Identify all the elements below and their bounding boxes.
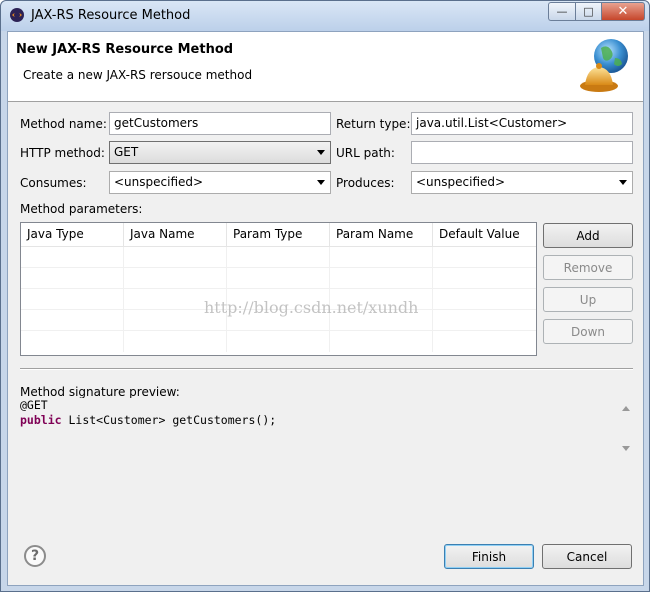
url-path-field[interactable] [411, 141, 633, 164]
method-name-field[interactable]: getCustomers [109, 112, 331, 135]
eclipse-icon [10, 8, 24, 22]
wizard-title: New JAX-RS Resource Method [16, 42, 234, 57]
preview-signature: List<Customer> getCustomers(); [61, 413, 277, 427]
return-type-label: Return type: [336, 117, 411, 131]
maximize-icon[interactable]: □ [575, 2, 601, 21]
method-name-label: Method name: [20, 117, 107, 131]
up-button[interactable]: Up [543, 287, 633, 312]
preview-line-2: public List<Customer> getCustomers(); [20, 413, 633, 428]
down-button[interactable]: Down [543, 319, 633, 344]
globe-bell-icon [580, 39, 628, 92]
consumes-value: <unspecified> [114, 175, 204, 189]
chevron-down-icon [317, 150, 325, 155]
url-path-label: URL path: [336, 146, 395, 160]
column-param-type[interactable]: Param Type [227, 223, 330, 246]
table-header: Java Type Java Name Param Type Param Nam… [21, 223, 536, 247]
dialog-window: JAX-RS Resource Method — □ ✕ New JAX-RS … [0, 0, 650, 592]
scroll-down-icon[interactable] [622, 446, 630, 451]
return-type-field[interactable]: java.util.List<Customer> [411, 112, 633, 135]
produces-label: Produces: [336, 176, 395, 190]
separator [20, 368, 633, 370]
wizard-description: Create a new JAX-RS rersouce method [23, 68, 253, 82]
http-method-select[interactable]: GET [109, 141, 331, 164]
http-method-value: GET [114, 145, 139, 159]
finish-button[interactable]: Finish [444, 544, 534, 569]
scroll-up-icon[interactable] [622, 406, 630, 411]
parameters-table[interactable]: Java Type Java Name Param Type Param Nam… [20, 222, 537, 356]
window-title: JAX-RS Resource Method [31, 8, 191, 23]
preview-scrollbar[interactable] [619, 398, 633, 458]
chevron-down-icon [317, 180, 325, 185]
minimize-icon[interactable]: — [548, 2, 575, 21]
remove-button[interactable]: Remove [543, 255, 633, 280]
signature-preview[interactable]: @GET public List<Customer> getCustomers(… [20, 398, 633, 468]
preview-line-1: @GET [20, 398, 48, 412]
column-java-name[interactable]: Java Name [124, 223, 227, 246]
signature-preview-label: Method signature preview: [20, 385, 180, 399]
produces-value: <unspecified> [416, 175, 506, 189]
wizard-header: New JAX-RS Resource Method Create a new … [8, 32, 643, 102]
column-default-value[interactable]: Default Value [433, 223, 536, 246]
table-row [21, 268, 536, 289]
table-row [21, 331, 536, 352]
table-row [21, 247, 536, 268]
column-java-type[interactable]: Java Type [21, 223, 124, 246]
watermark: http://blog.csdn.net/xundh [204, 298, 419, 317]
method-parameters-label: Method parameters: [20, 202, 143, 216]
consumes-label: Consumes: [20, 176, 87, 190]
chevron-down-icon [619, 180, 627, 185]
dialog-content: New JAX-RS Resource Method Create a new … [7, 31, 644, 586]
window-controls: — □ ✕ [548, 2, 645, 21]
consumes-select[interactable]: <unspecified> [109, 171, 331, 194]
title-bar[interactable]: JAX-RS Resource Method — □ ✕ [1, 1, 649, 31]
column-param-name[interactable]: Param Name [330, 223, 433, 246]
http-method-label: HTTP method: [20, 146, 105, 160]
keyword-public: public [20, 413, 62, 427]
produces-select[interactable]: <unspecified> [411, 171, 633, 194]
cancel-button[interactable]: Cancel [542, 544, 632, 569]
close-icon[interactable]: ✕ [601, 2, 645, 21]
help-icon[interactable]: ? [24, 545, 46, 567]
add-button[interactable]: Add [543, 223, 633, 248]
